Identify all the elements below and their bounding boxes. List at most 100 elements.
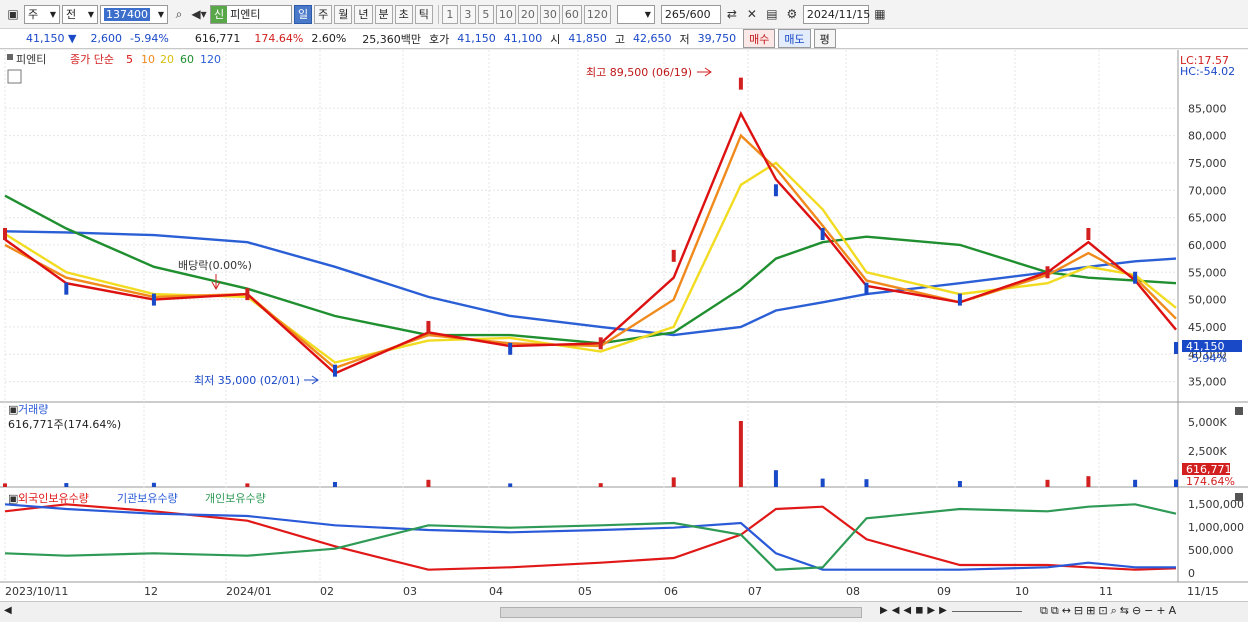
- market-value: 주: [28, 8, 39, 21]
- volume-bar: [1174, 479, 1178, 487]
- eval-button[interactable]: 평: [813, 29, 836, 48]
- x-label: 06: [664, 585, 678, 598]
- interval-5[interactable]: 5: [477, 4, 494, 24]
- volume-last-pct: 174.64%: [1186, 475, 1235, 488]
- chart-scrollbar[interactable]: ◀ ▶◀◀◼▶▶ ⧉⧉↔⊟⊞⊡⌕⇆⊖−+A: [0, 601, 1248, 622]
- price-candle: [957, 293, 962, 306]
- price-value: 41,150: [26, 32, 65, 45]
- quote-high: 42,650: [633, 32, 672, 45]
- volume-bar: [332, 481, 337, 487]
- period-tick[interactable]: 틱: [414, 4, 433, 24]
- down-arrow-icon: ▼: [68, 32, 77, 45]
- interval-60[interactable]: 60: [561, 4, 582, 24]
- interval-20[interactable]: 20: [517, 4, 538, 24]
- price-candle: [3, 228, 7, 240]
- volume-bar: [864, 479, 869, 487]
- save-icon[interactable]: ▤: [763, 5, 781, 24]
- zoom-icon[interactable]: ⇄: [723, 5, 741, 24]
- crosshair-icon[interactable]: ✕: [743, 5, 761, 24]
- playback-controls-icon[interactable]: ▶◀◀◼▶▶: [880, 605, 951, 616]
- volume-bar: [426, 479, 431, 487]
- code-input[interactable]: 137400 ▼: [100, 4, 168, 24]
- market-select[interactable]: 주 ▼: [24, 4, 60, 24]
- price-candle: [1133, 271, 1138, 284]
- chevron-down-icon: ▼: [157, 9, 164, 19]
- quote-price: 41,150 ▼: [22, 32, 80, 45]
- interval-select[interactable]: ▼: [616, 4, 655, 24]
- window-icon[interactable]: ▣: [4, 5, 22, 24]
- volume-panel-close-icon[interactable]: [1235, 407, 1243, 415]
- count-input[interactable]: 265/600: [660, 4, 721, 24]
- count-total: /600: [685, 7, 711, 21]
- bid-label: 호가: [429, 32, 450, 46]
- price-candle: [820, 228, 825, 240]
- price-tick: 85,000: [1188, 102, 1227, 115]
- ma-legend-prefix: 종가 단순: [70, 53, 114, 66]
- gear-icon[interactable]: ⚙: [783, 5, 801, 24]
- period-day[interactable]: 일: [294, 4, 313, 24]
- volume-bar: [671, 477, 676, 487]
- quote-turnover: 2.60%: [311, 32, 347, 45]
- search-icon[interactable]: ⌕: [170, 5, 188, 24]
- interval-30[interactable]: 30: [539, 4, 560, 24]
- type-select[interactable]: 전 ▼: [62, 4, 98, 24]
- chevron-down-icon: ▼: [644, 9, 651, 19]
- scroll-thumb[interactable]: [500, 607, 862, 618]
- speaker-icon[interactable]: ◀▾: [190, 5, 208, 24]
- x-label: 11/15: [1187, 585, 1219, 598]
- interval-120[interactable]: 120: [583, 4, 611, 24]
- buy-button[interactable]: 매수: [743, 29, 776, 48]
- date-value: 2024/11/15: [806, 7, 871, 21]
- price-candle: [671, 249, 676, 262]
- price-tick: 50,000: [1188, 294, 1227, 307]
- scroll-left-icon[interactable]: ◀: [4, 605, 12, 616]
- price-candle: [332, 364, 337, 377]
- volume-bar: [820, 478, 825, 487]
- ma10-legend: 10: [141, 53, 155, 66]
- open-label: 시: [550, 32, 561, 46]
- price-tick: 60,000: [1188, 239, 1227, 252]
- interval-1[interactable]: 1: [441, 4, 458, 24]
- quote-volume: 616,771: [194, 32, 241, 45]
- table-icon[interactable]: [7, 69, 22, 84]
- ma20-legend: 20: [160, 53, 174, 66]
- interval-10[interactable]: 10: [495, 4, 516, 24]
- sell-button[interactable]: 매도: [778, 29, 811, 48]
- count-value: 265: [664, 7, 686, 21]
- calendar-icon[interactable]: ▦: [871, 5, 889, 24]
- name-field[interactable]: 신 피엔티: [210, 4, 292, 24]
- price-candle: [738, 77, 743, 90]
- period-second[interactable]: 초: [394, 4, 413, 24]
- x-label: 2023/10/11: [5, 585, 68, 598]
- x-label: 09: [937, 585, 951, 598]
- interval-3[interactable]: 3: [459, 4, 476, 24]
- x-label: 02: [320, 585, 334, 598]
- price-candle: [1086, 228, 1091, 240]
- zoom-slider[interactable]: [952, 611, 1022, 612]
- x-label: 05: [578, 585, 592, 598]
- holding-tick-1000000: 1,000,000: [1188, 521, 1244, 534]
- price-candle: [1174, 341, 1178, 354]
- holding-panel-close-icon[interactable]: [1235, 493, 1243, 501]
- date-input[interactable]: 2024/11/15: [802, 4, 871, 24]
- chart-tools-icon[interactable]: ⧉⧉↔⊟⊞⊡⌕⇆⊖−+A: [1040, 604, 1179, 618]
- period-minute[interactable]: 분: [374, 4, 393, 24]
- ma5-legend: 5: [126, 53, 133, 66]
- volume-bar: [738, 421, 743, 487]
- main-toolbar: ▣ 주 ▼ 전 ▼ 137400 ▼ ⌕ ◀▾ 신 피엔티 일 주 월 년 분 초 틱…: [0, 0, 1248, 29]
- period-year[interactable]: 년: [354, 4, 373, 24]
- volume-bar: [151, 482, 156, 487]
- period-week[interactable]: 주: [314, 4, 333, 24]
- period-month[interactable]: 월: [334, 4, 353, 24]
- x-label: 07: [748, 585, 762, 598]
- volume-bar: [245, 483, 250, 487]
- last-price-pct: -5.94%: [1188, 352, 1227, 365]
- volume-bar: [957, 481, 962, 487]
- volume-panel-icon: ▣: [8, 403, 18, 416]
- low-label: 저: [679, 32, 690, 46]
- ma120-legend: 120: [200, 53, 221, 66]
- stock-chart[interactable]: 35,00040,00045,00050,00055,00060,00065,0…: [0, 50, 1248, 601]
- volume-bar: [598, 483, 603, 487]
- quote-low: 39,750: [697, 32, 737, 45]
- foreign-holding-legend: 외국인보유수량: [18, 492, 89, 505]
